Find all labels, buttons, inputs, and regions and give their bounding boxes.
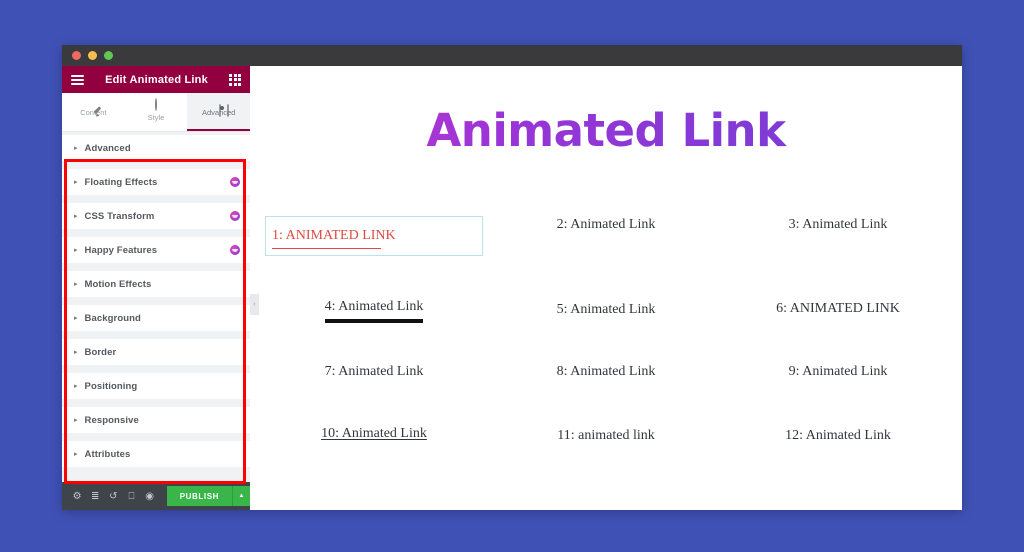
animated-link-11[interactable]: 11: animated link [557,427,654,445]
chevron-right-icon: ▸ [74,314,78,322]
link-cell: 10: Animated Link [258,425,490,443]
section-border[interactable]: ▸ Border [62,339,250,365]
animated-link-9[interactable]: 9: Animated Link [789,363,888,381]
contrast-icon [155,98,157,111]
section-motion-effects[interactable]: ▸ Motion Effects [62,271,250,297]
section-label: Border [84,346,117,358]
section-floating-effects[interactable]: ▸ Floating Effects [62,169,250,195]
panel-title: Edit Animated Link [105,73,208,86]
links-row: 4: Animated Link 5: Animated Link 6: ANI… [258,298,954,323]
chevron-right-icon: ▸ [74,144,78,152]
animated-link-2[interactable]: 2: Animated Link [557,216,656,234]
selected-widget-box[interactable]: 1: ANIMATED LINK [265,216,483,256]
section-positioning[interactable]: ▸ Positioning [62,373,250,399]
animated-link-10[interactable]: 10: Animated Link [321,425,427,443]
tab-content[interactable]: Content [62,93,125,131]
chevron-right-icon: ▸ [74,450,78,458]
responsive-mode-icon[interactable]: ⎕ [122,482,140,510]
animated-link-6[interactable]: 6: ANIMATED LINK [776,300,900,318]
link-cell: 11: animated link [490,427,722,445]
preview-canvas: ‹ Animated Link 1: ANIMATED LINK 2: Anim… [250,66,962,510]
section-label: Positioning [84,380,138,392]
link-cell: 9: Animated Link [722,363,954,381]
chevron-right-icon: ▸ [74,178,78,186]
publish-group: PUBLISH ▲ [166,486,251,506]
happy-addons-badge-icon [230,211,240,221]
happy-addons-badge-icon [230,177,240,187]
link-cell: 7: Animated Link [258,363,490,381]
publish-dropdown-button[interactable]: ▲ [232,486,251,506]
window-close-button[interactable] [72,51,81,60]
chevron-right-icon: ▸ [74,382,78,390]
advanced-sections-list: ▸ Advanced ▸ Floating Effects ▸ CSS Tran… [62,132,250,482]
section-label: Floating Effects [84,176,158,188]
collapse-panel-handle[interactable]: ‹ [250,294,259,315]
window-minimize-button[interactable] [88,51,97,60]
window-maximize-button[interactable] [104,51,113,60]
link-cell: 1: ANIMATED LINK [258,216,490,256]
link-cell: 8: Animated Link [490,363,722,381]
section-label: Background [84,312,141,324]
section-responsive[interactable]: ▸ Responsive [62,407,250,433]
section-label: Motion Effects [84,278,152,290]
tab-advanced-label: Advanced [202,108,236,117]
chevron-right-icon: ▸ [74,212,78,220]
section-attributes[interactable]: ▸ Attributes [62,441,250,467]
section-label: Advanced [84,142,131,154]
link-cell: 12: Animated Link [722,427,954,445]
link-cell: 2: Animated Link [490,216,722,234]
section-advanced[interactable]: ▸ Advanced [62,135,250,161]
happy-addons-badge-icon [230,245,240,255]
history-icon[interactable]: ↺ [104,482,122,510]
editor-sidebar: Edit Animated Link Content Style Advance… [62,66,251,510]
animated-link-8[interactable]: 8: Animated Link [557,363,656,381]
tab-style[interactable]: Style [124,93,188,131]
hamburger-menu-icon[interactable] [71,74,84,85]
link-cell: 3: Animated Link [722,216,954,234]
section-label: Happy Features [84,244,158,256]
navigator-icon[interactable]: ≣ [86,482,104,510]
settings-icon[interactable]: ⚙ [68,482,86,510]
window-titlebar [62,45,962,66]
section-background[interactable]: ▸ Background [62,305,250,331]
animated-link-12[interactable]: 12: Animated Link [785,427,891,445]
links-row: 7: Animated Link 8: Animated Link 9: Ani… [258,363,954,381]
page-title: Animated Link [250,104,962,157]
chevron-right-icon: ▸ [74,246,78,254]
animated-link-4[interactable]: 4: Animated Link [324,298,423,323]
tab-advanced[interactable]: Advanced [187,93,251,131]
publish-button[interactable]: PUBLISH [166,486,233,506]
chevron-right-icon: ▸ [74,280,78,288]
window-body: Edit Animated Link Content Style Advance… [62,66,962,510]
preview-icon[interactable]: ◉ [141,482,159,510]
panel-header: Edit Animated Link [62,66,250,93]
animated-link-7[interactable]: 7: Animated Link [325,363,424,381]
section-label: CSS Transform [84,210,155,222]
links-row: 1: ANIMATED LINK 2: Animated Link 3: Ani… [258,216,954,256]
section-happy-features[interactable]: ▸ Happy Features [62,237,250,263]
editor-window: Edit Animated Link Content Style Advance… [62,45,962,510]
panel-tabs: Content Style Advanced [62,93,251,132]
widgets-grid-icon[interactable] [229,73,241,86]
tab-style-label: Style [147,113,165,122]
section-label: Attributes [84,448,131,460]
link-cell: 4: Animated Link [258,298,490,323]
section-label: Responsive [84,414,139,426]
chevron-right-icon: ▸ [74,416,78,424]
animated-link-1[interactable]: 1: ANIMATED LINK [272,228,396,243]
panel-footer-toolbar: ⚙ ≣ ↺ ⎕ ◉ PUBLISH ▲ [62,482,251,510]
chevron-right-icon: ▸ [74,348,78,356]
animated-links-grid: 1: ANIMATED LINK 2: Animated Link 3: Ani… [250,216,962,489]
animated-link-3[interactable]: 3: Animated Link [789,216,888,234]
animated-link-5[interactable]: 5: Animated Link [557,301,656,319]
section-css-transform[interactable]: ▸ CSS Transform [62,203,250,229]
link-cell: 5: Animated Link [490,301,722,319]
links-row: 10: Animated Link 11: animated link 12: … [258,425,954,445]
link-cell: 6: ANIMATED LINK [722,300,954,318]
